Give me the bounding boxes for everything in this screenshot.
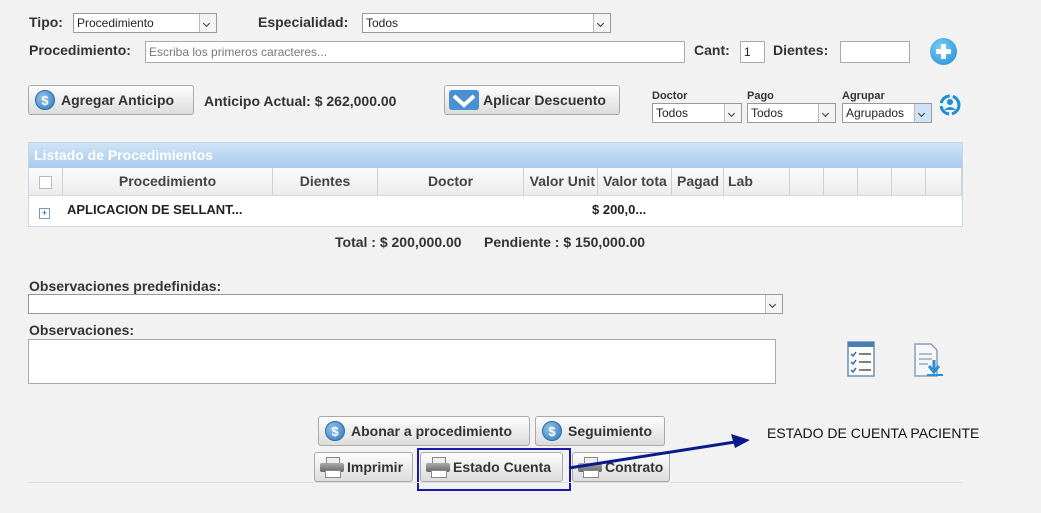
abonar-label: Abonar a procedimiento (351, 423, 513, 439)
agrupar-label: Agrupar (842, 90, 885, 102)
column-header[interactable]: Pagad (672, 168, 724, 195)
column-header[interactable]: Valor tota (598, 168, 672, 195)
agrupar-select-value: Agrupados (846, 106, 905, 120)
procedures-table: Listado de Procedimientos Procedimiento … (28, 142, 963, 227)
annotation-arrow-icon (568, 434, 750, 470)
pago-select[interactable]: Todos (747, 103, 836, 123)
aplicar-descuento-button[interactable]: Aplicar Descuento (444, 85, 620, 115)
imprimir-label: Imprimir (347, 459, 404, 475)
dientes-label: Dientes: (773, 42, 829, 58)
doctor-label: Doctor (652, 90, 688, 102)
chevron-down-icon (724, 104, 741, 122)
checklist-icon[interactable] (846, 340, 876, 378)
especialidad-select-value: Todos (366, 16, 399, 30)
procedimiento-search-input[interactable]: Escriba los primeros caracteres... (145, 41, 685, 63)
column-header[interactable]: Dientes (273, 168, 378, 195)
procedimiento-label: Procedimiento: (29, 42, 131, 58)
chevron-down-icon (593, 14, 610, 32)
tipo-select[interactable]: Procedimiento (73, 13, 217, 33)
dollar-coin-icon: $ (35, 90, 55, 110)
select-all-checkbox[interactable] (39, 175, 52, 189)
observaciones-label: Observaciones: (29, 322, 135, 338)
document-download-icon[interactable] (912, 342, 946, 378)
pago-label: Pago (747, 90, 774, 102)
column-header[interactable]: Doctor (378, 168, 524, 195)
aplicar-descuento-label: Aplicar Descuento (483, 92, 606, 108)
tipo-label: Tipo: (29, 14, 63, 30)
chevron-down-icon (199, 14, 216, 32)
dollar-coin-icon: $ (325, 421, 345, 441)
refresh-user-icon[interactable] (938, 93, 962, 117)
imprimir-button[interactable]: Imprimir (314, 452, 413, 482)
chevron-down-icon (818, 104, 835, 122)
observaciones-predefinidas-label: Observaciones predefinidas: (29, 278, 222, 294)
observaciones-textarea[interactable] (28, 339, 776, 384)
total-text: Total : $ 200,000.00 (335, 234, 462, 250)
table-caption: Listado de Procedimientos (29, 143, 962, 168)
dientes-input[interactable] (840, 41, 910, 63)
annotation-text: ESTADO DE CUENTA PACIENTE (767, 425, 980, 441)
column-header[interactable]: Procedimiento (63, 168, 273, 195)
pendiente-text: Pendiente : $ 150,000.00 (484, 234, 646, 250)
doctor-select-value: Todos (656, 106, 689, 120)
tipo-select-value: Procedimiento (77, 16, 154, 30)
chevron-down-icon (914, 104, 931, 122)
printer-icon (319, 457, 345, 478)
agregar-anticipo-button[interactable]: $ Agregar Anticipo (28, 85, 194, 115)
add-procedure-button[interactable] (930, 38, 957, 65)
column-header[interactable]: Valor Unit (524, 168, 598, 195)
select-all-cell[interactable] (29, 168, 63, 195)
agregar-anticipo-label: Agregar Anticipo (61, 92, 175, 108)
chevron-down-icon (765, 295, 782, 313)
abonar-procedimiento-button[interactable]: $ Abonar a procedimiento (318, 416, 530, 446)
table-row[interactable]: + APLICACION DE SELLANT... $ 200,0... (29, 196, 962, 226)
footer-divider (28, 482, 963, 483)
pago-select-value: Todos (751, 106, 784, 120)
column-header[interactable]: Lab (724, 168, 790, 195)
anticipo-actual-text: Anticipo Actual: $ 262,000.00 (204, 93, 397, 109)
cant-input[interactable]: 1 (740, 41, 765, 63)
table-header: Procedimiento Dientes Doctor Valor Unit … (29, 168, 962, 196)
cant-label: Cant: (694, 42, 730, 58)
highlight-box (417, 448, 571, 491)
especialidad-select[interactable]: Todos (362, 13, 611, 33)
row-valor-total: $ 200,0... (592, 202, 647, 217)
row-procedimiento: APLICACION DE SELLANT... (67, 202, 243, 217)
dollar-coin-icon: $ (542, 421, 562, 441)
expand-row-icon[interactable]: + (39, 208, 50, 219)
agrupar-select[interactable]: Agrupados (842, 103, 932, 123)
especialidad-label: Especialidad: (258, 14, 349, 30)
doctor-select[interactable]: Todos (652, 103, 742, 123)
observaciones-predefinidas-select[interactable] (28, 294, 783, 314)
chevron-down-icon (449, 90, 479, 110)
